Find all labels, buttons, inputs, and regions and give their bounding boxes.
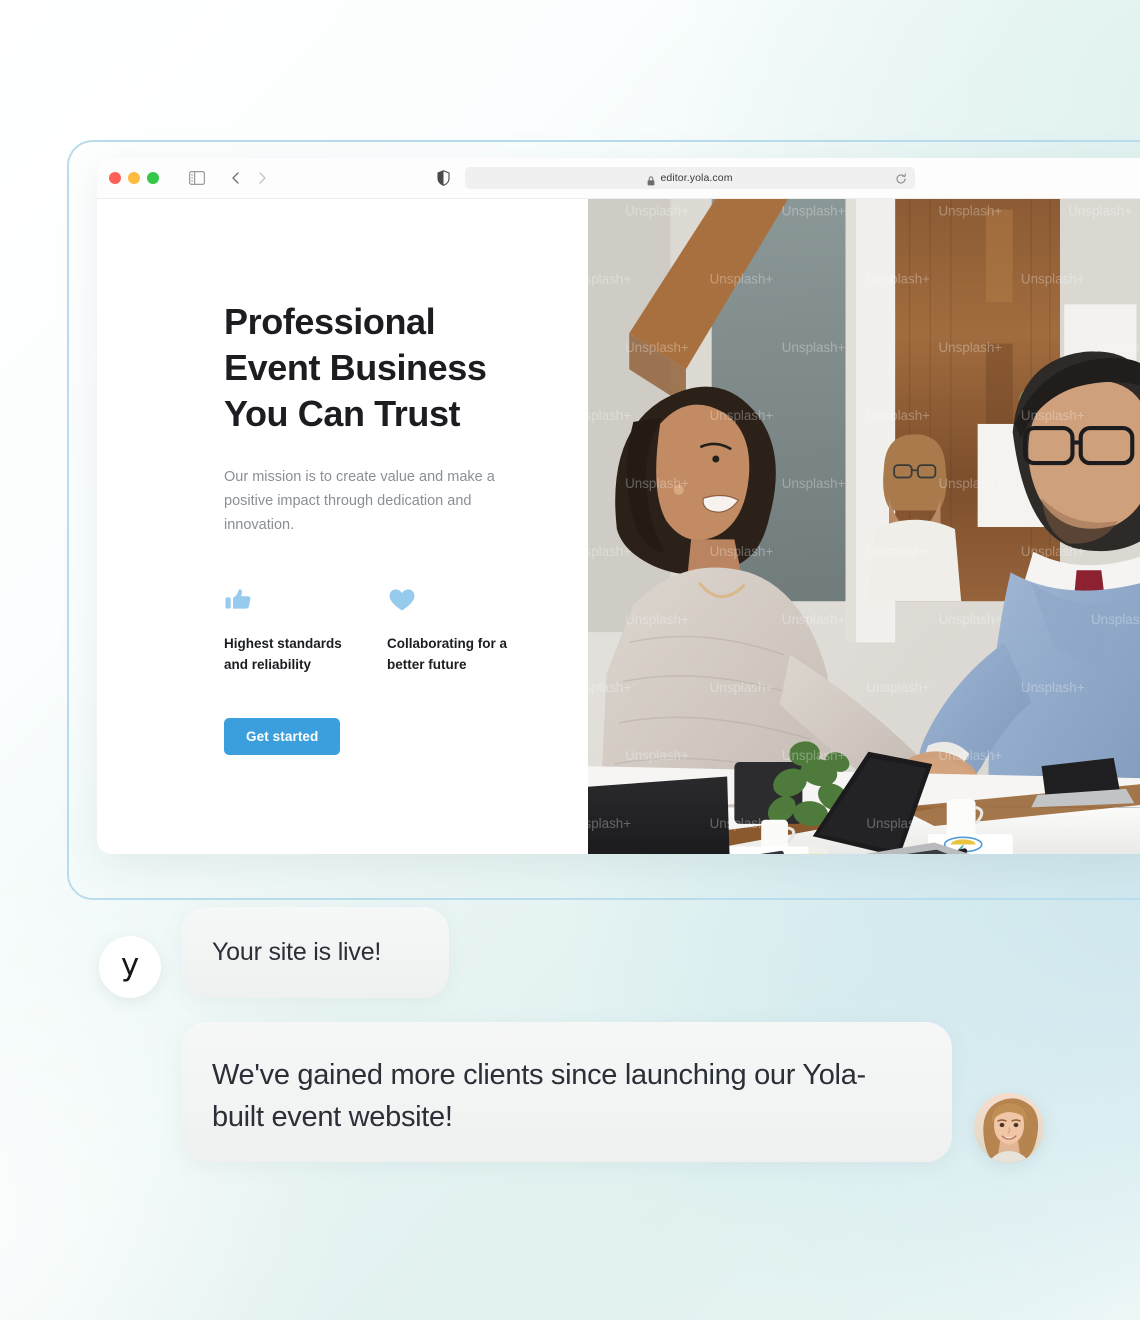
svg-text:Unsplash+: Unsplash+ <box>866 408 930 423</box>
svg-text:Unsplash+: Unsplash+ <box>710 272 774 287</box>
yola-logo-mark: y <box>120 947 140 983</box>
browser-titlebar: editor.yola.com <box>97 158 1140 199</box>
svg-text:Unsplash+: Unsplash+ <box>782 748 846 763</box>
svg-text:Unsplash+: Unsplash+ <box>782 476 846 491</box>
svg-text:Unsplash+: Unsplash+ <box>782 204 846 219</box>
svg-text:Unsplash+: Unsplash+ <box>625 476 689 491</box>
svg-text:Unsplash+: Unsplash+ <box>938 204 1002 219</box>
svg-text:Unsplash+: Unsplash+ <box>588 272 631 287</box>
svg-text:Unsplash+: Unsplash+ <box>1021 544 1085 559</box>
window-traffic-lights <box>109 172 159 184</box>
feature-item: Highest standards and reliability <box>224 585 387 675</box>
chevron-right-icon[interactable] <box>255 171 269 185</box>
svg-text:Unsplash+: Unsplash+ <box>1021 680 1085 695</box>
svg-text:Unsplash+: Unsplash+ <box>866 544 930 559</box>
feature-label: Collaborating for a better future <box>387 636 508 672</box>
svg-text:Unsplash+: Unsplash+ <box>1091 612 1140 627</box>
shield-icon[interactable] <box>437 170 450 186</box>
chat-bubble-yola: Your site is live! <box>181 907 449 998</box>
svg-text:Unsplash+: Unsplash+ <box>866 816 930 831</box>
chat-bubble-client: We've gained more clients since launchin… <box>181 1022 952 1162</box>
svg-text:Unsplash+: Unsplash+ <box>1091 340 1140 355</box>
get-started-button[interactable]: Get started <box>224 718 341 755</box>
thumbs-up-icon <box>224 585 387 615</box>
svg-text:Unsplash+: Unsplash+ <box>866 272 930 287</box>
feature-list: Highest standards and reliability Collab… <box>224 585 588 675</box>
svg-text:Unsplash+: Unsplash+ <box>710 680 774 695</box>
page-root: editor.yola.com Professional Event Busin… <box>0 0 1140 1320</box>
svg-text:Unsplash+: Unsplash+ <box>625 748 689 763</box>
avatar <box>974 1093 1044 1163</box>
svg-text:Unsplash+: Unsplash+ <box>588 544 631 559</box>
svg-text:Unsplash+: Unsplash+ <box>710 816 774 831</box>
yola-avatar: y <box>99 936 161 998</box>
svg-text:Unsplash+: Unsplash+ <box>1021 408 1085 423</box>
svg-text:Unsplash+: Unsplash+ <box>710 544 774 559</box>
svg-text:Unsplash+: Unsplash+ <box>782 340 846 355</box>
feature-item: Collaborating for a better future <box>387 585 550 675</box>
url-bar[interactable]: editor.yola.com <box>465 167 915 189</box>
reload-icon[interactable] <box>895 172 907 184</box>
svg-text:Unsplash+: Unsplash+ <box>588 680 631 695</box>
svg-text:Unsplash+: Unsplash+ <box>588 408 631 423</box>
url-text: editor.yola.com <box>660 172 733 184</box>
minimize-button[interactable] <box>128 172 140 184</box>
svg-text:Unsplash+: Unsplash+ <box>588 816 631 831</box>
svg-text:Unsplash+: Unsplash+ <box>938 612 1002 627</box>
hero-subhead: Our mission is to create value and make … <box>224 469 495 533</box>
site-page: Professional Event Business You Can Trus… <box>97 199 1140 854</box>
hero-text-column: Professional Event Business You Can Trus… <box>97 199 588 854</box>
heart-icon <box>387 585 550 615</box>
url-display: editor.yola.com <box>647 172 733 186</box>
svg-text:Unsplash+: Unsplash+ <box>782 612 846 627</box>
chevron-left-icon[interactable] <box>229 171 243 185</box>
svg-text:Unsplash+: Unsplash+ <box>938 476 1002 491</box>
browser-window: editor.yola.com Professional Event Busin… <box>97 158 1140 854</box>
feature-label: Highest standards and reliability <box>224 636 342 672</box>
hero-photo: Unsplash+ Unsplash+ Unsplash+ Unsplash+ … <box>588 199 1140 854</box>
svg-text:Unsplash+: Unsplash+ <box>625 340 689 355</box>
maximize-button[interactable] <box>147 172 159 184</box>
close-button[interactable] <box>109 172 121 184</box>
svg-text:Unsplash+: Unsplash+ <box>625 612 689 627</box>
svg-text:Unsplash+: Unsplash+ <box>625 204 689 219</box>
svg-text:Unsplash+: Unsplash+ <box>1021 816 1085 831</box>
svg-text:Unsplash+: Unsplash+ <box>1021 272 1085 287</box>
nav-buttons <box>229 171 269 185</box>
svg-text:Unsplash+: Unsplash+ <box>1068 204 1132 219</box>
svg-text:Unsplash+: Unsplash+ <box>938 748 1002 763</box>
sidebar-icon[interactable] <box>189 171 205 185</box>
svg-text:Unsplash+: Unsplash+ <box>938 340 1002 355</box>
page-title: Professional Event Business You Can Trus… <box>224 301 487 434</box>
svg-text:Unsplash+: Unsplash+ <box>710 408 774 423</box>
lock-icon <box>647 173 655 186</box>
svg-text:Unsplash+: Unsplash+ <box>866 680 930 695</box>
